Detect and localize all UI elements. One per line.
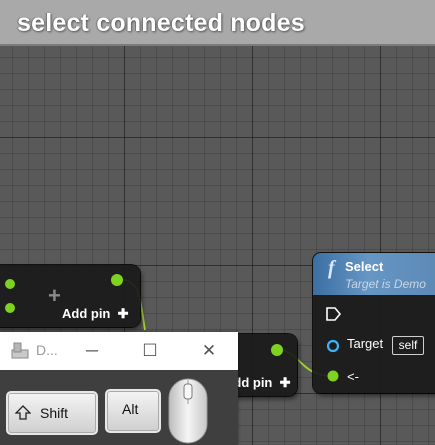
- return-label: <-: [347, 369, 359, 384]
- alt-key: Alt: [105, 389, 161, 433]
- add-pin-button[interactable]: Add pin ✚: [62, 306, 129, 322]
- plus-icon: +: [48, 283, 61, 308]
- output-pin: [111, 274, 123, 286]
- key-display: Shift Alt: [0, 370, 238, 445]
- minimize-button[interactable]: ─: [78, 337, 106, 365]
- key-overlay-window: D... ─ ☐ ✕ Shift Alt: [0, 332, 238, 445]
- shift-key-label: Shift: [40, 405, 69, 421]
- plus-icon: ✚: [276, 375, 291, 390]
- input-pin: [327, 370, 339, 382]
- window-titlebar[interactable]: D... ─ ☐ ✕: [0, 332, 238, 370]
- alt-key-label: Alt: [122, 401, 139, 417]
- shift-arrow-icon: [15, 405, 31, 420]
- input-pin: [5, 303, 15, 313]
- target-pin: [326, 339, 340, 353]
- close-button[interactable]: ✕: [195, 337, 223, 365]
- target-label: Target: [347, 336, 384, 351]
- input-pin: [5, 279, 15, 289]
- node-pins: [326, 307, 342, 382]
- plus-icon: ✚: [114, 306, 129, 321]
- add-pin-label: Add pin: [62, 306, 111, 321]
- app-icon: [11, 342, 29, 359]
- make-array-node[interactable]: + Add pin ✚: [0, 265, 140, 327]
- shift-key: Shift: [6, 391, 98, 435]
- output-pin: [271, 344, 283, 356]
- target-self-field[interactable]: self: [392, 336, 424, 355]
- select-function-node[interactable]: f Select Target is Demo Target self <-: [313, 253, 435, 393]
- mouse-icon: [168, 378, 208, 444]
- maximize-button[interactable]: ☐: [136, 337, 164, 365]
- window-title: D...: [36, 342, 58, 358]
- exec-pin: [326, 307, 342, 321]
